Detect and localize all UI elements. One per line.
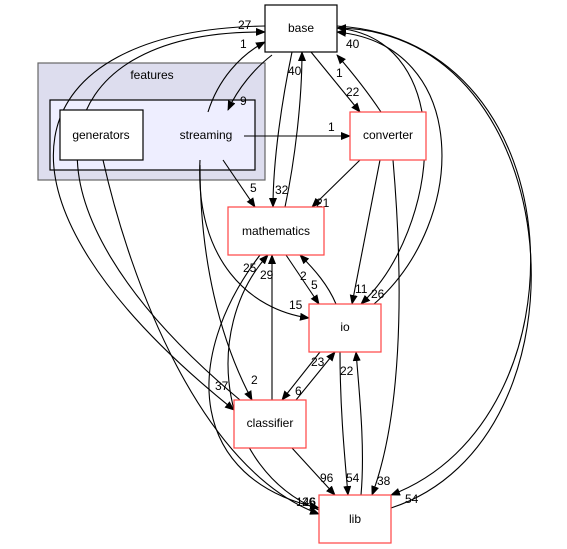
edge-label: 1: [240, 37, 247, 51]
edge-base-lib[interactable]: [336, 25, 532, 496]
node-label: io: [340, 320, 350, 334]
cluster-label: features: [130, 68, 173, 82]
edge-label: 5: [311, 278, 318, 292]
edge-label: 96: [320, 471, 334, 485]
node-label: lib: [349, 512, 361, 526]
node-label: generators: [72, 128, 129, 142]
edge-label: 40: [346, 37, 360, 51]
edge-base-converter[interactable]: [310, 51, 361, 113]
edge-label: 22: [346, 85, 360, 99]
edge-label: 23: [311, 355, 325, 369]
node-label: streaming: [180, 128, 233, 142]
edge-label: 26: [371, 287, 385, 301]
edge-label: 15: [289, 298, 303, 312]
edge-label: 9: [240, 94, 247, 108]
edge-streaming-classifier[interactable]: [199, 164, 253, 401]
edge-label: 54: [346, 471, 360, 485]
edge-converter-base[interactable]: [336, 54, 382, 113]
edge-label: 6: [295, 384, 302, 398]
edge-label: 25: [243, 261, 257, 275]
node-base[interactable]: base: [264, 4, 338, 53]
node-label: classifier: [247, 416, 294, 430]
node-label: converter: [363, 128, 413, 142]
edge-label: 2: [300, 269, 307, 283]
node-io[interactable]: io: [308, 303, 382, 353]
edge-label: 37: [215, 379, 229, 393]
node-streaming[interactable]: streaming: [180, 128, 233, 142]
node-label: mathematics: [242, 224, 310, 238]
edge-label: 27: [238, 18, 252, 32]
edge-label: 32: [275, 183, 289, 197]
node-lib[interactable]: lib: [318, 494, 392, 544]
edge-io-base[interactable]: [336, 28, 443, 305]
edge-label: 1: [328, 120, 335, 134]
edge-base-io[interactable]: [336, 27, 426, 305]
edge-label: 22: [340, 364, 354, 378]
edge-label: 38: [377, 474, 391, 488]
node-label: base: [288, 21, 314, 35]
edge-label: 1: [336, 66, 343, 80]
edge-label: 26: [302, 495, 316, 509]
edge-lib-base[interactable]: [336, 24, 532, 509]
edge-label: 54: [405, 492, 419, 506]
dependency-graph: features 1 9 1 5 15 2 146 32 40 22 1 21 …: [37, 4, 532, 544]
node-classifier[interactable]: classifier: [233, 399, 307, 449]
node-converter[interactable]: converter: [349, 111, 427, 161]
edge-label: 5: [250, 181, 257, 195]
edge-label: 40: [288, 64, 302, 78]
edge-lib-mathematics[interactable]: [227, 254, 320, 511]
edge-label: 2: [251, 373, 258, 387]
edge-label: 11: [355, 282, 368, 296]
node-generators[interactable]: generators: [59, 109, 144, 161]
edge-label: 29: [260, 268, 274, 282]
node-mathematics[interactable]: mathematics: [227, 206, 325, 256]
